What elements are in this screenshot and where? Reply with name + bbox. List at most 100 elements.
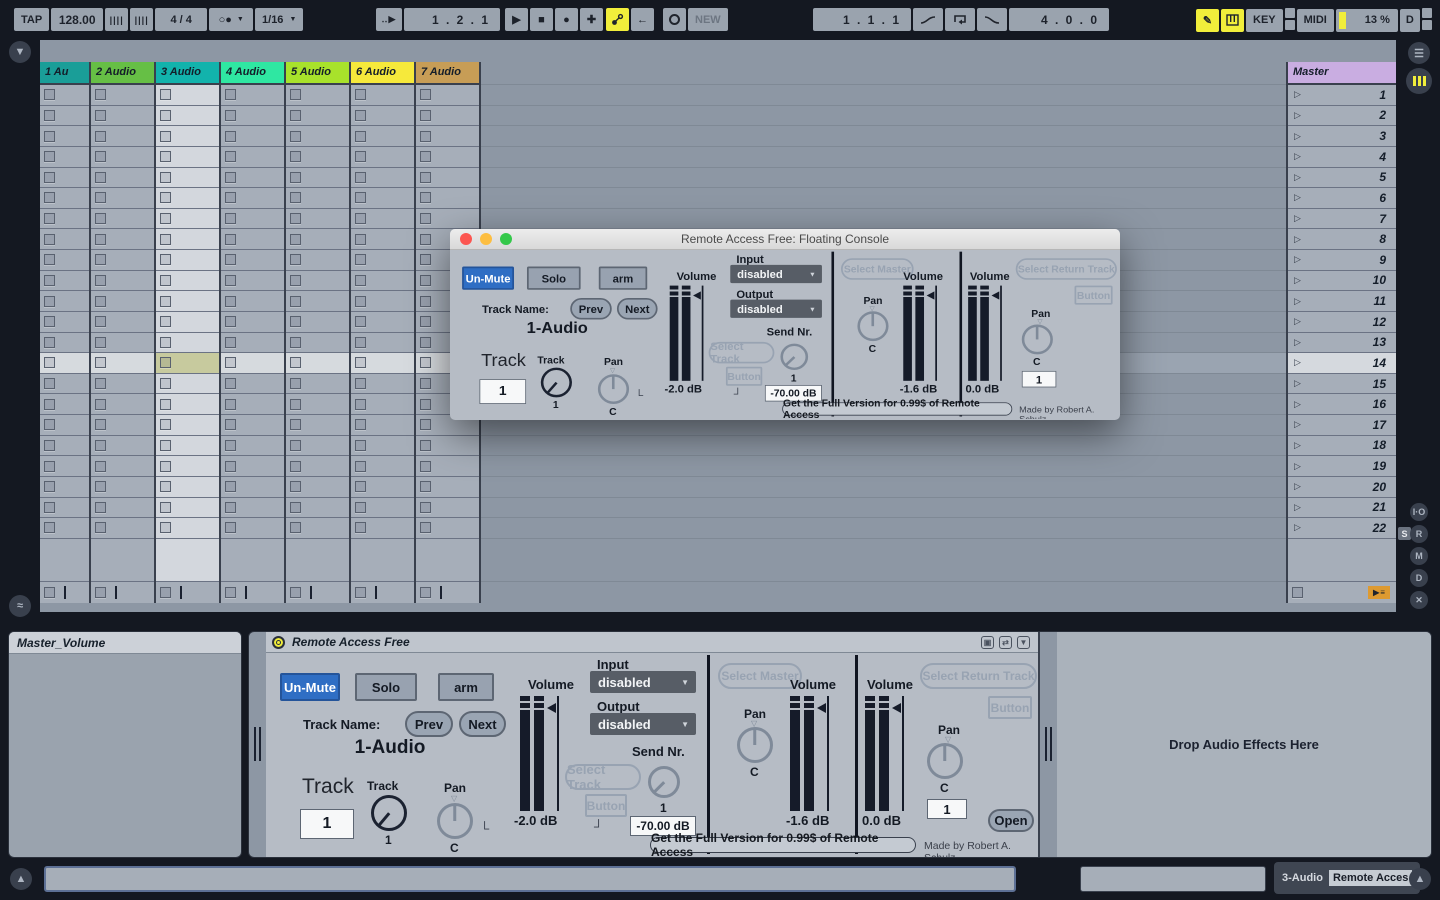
clip-slot[interactable] [286, 271, 349, 292]
clip-slot[interactable] [156, 229, 219, 250]
scene-row[interactable]: ▷22 [1288, 518, 1396, 539]
clip-slot[interactable] [416, 456, 479, 477]
scene-row[interactable]: ▷15 [1288, 374, 1396, 395]
master-track-header[interactable]: Master [1288, 62, 1396, 85]
unmute-button[interactable]: Un-Mute [462, 267, 514, 290]
arm-button[interactable]: arm [599, 267, 647, 290]
clip-slot[interactable] [286, 188, 349, 209]
tempo-field[interactable]: 128.00 [51, 8, 103, 31]
clip-slot[interactable] [40, 188, 89, 209]
clip-slot[interactable] [156, 498, 219, 519]
clip-slot[interactable] [286, 415, 349, 436]
clip-slot[interactable] [221, 353, 284, 374]
draw-mode-button[interactable]: ✎ [1196, 9, 1219, 32]
scene-row[interactable]: ▷9 [1288, 250, 1396, 271]
floating-console-window[interactable]: Remote Access Free: Floating Console Un-… [450, 229, 1120, 420]
clip-slot[interactable] [416, 436, 479, 457]
next-track-button[interactable]: Next [459, 711, 506, 737]
clip-slot[interactable] [221, 333, 284, 354]
plugin-window-icon[interactable]: ▣ [981, 636, 994, 649]
hot-swap-icon[interactable]: ⇄ [999, 636, 1012, 649]
clip-slot[interactable] [351, 106, 414, 127]
select-track-button[interactable]: Select Track [709, 342, 775, 364]
clip-slot[interactable] [40, 250, 89, 271]
return-pan-knob[interactable] [927, 743, 963, 779]
new-button[interactable]: NEW [688, 8, 728, 31]
time-signature-field[interactable]: 4 / 4 [155, 8, 207, 31]
clip-slot[interactable] [156, 436, 219, 457]
clip-slot[interactable] [156, 518, 219, 539]
master-volume-slider[interactable] [827, 696, 829, 811]
clip-slot[interactable] [416, 126, 479, 147]
clip-slot[interactable] [286, 518, 349, 539]
clip-slot[interactable] [156, 271, 219, 292]
clip-slot[interactable] [351, 147, 414, 168]
save-preset-icon[interactable]: ▼ [1017, 636, 1030, 649]
clip-slot[interactable] [351, 229, 414, 250]
clip-slot[interactable] [91, 147, 154, 168]
clip-slot[interactable] [40, 518, 89, 539]
track-stop-cell[interactable] [416, 582, 479, 603]
follow-button[interactable]: ‥▶ [376, 8, 402, 31]
return-pan-knob[interactable] [1022, 325, 1053, 355]
clip-slot[interactable] [156, 147, 219, 168]
send-knob[interactable] [648, 766, 680, 798]
clip-slot[interactable] [40, 333, 89, 354]
scene-launch-icon[interactable]: ▷ [1294, 378, 1301, 389]
output-dropdown[interactable]: disabled▼ [730, 300, 822, 318]
scene-row[interactable]: ▷5 [1288, 168, 1396, 189]
track-stop-button[interactable] [95, 587, 106, 598]
return-nr-field[interactable]: 1 [927, 799, 967, 819]
scene-row[interactable]: ▷20 [1288, 477, 1396, 498]
clip-slot[interactable] [286, 456, 349, 477]
clip-slot[interactable] [40, 85, 89, 106]
clip-slot[interactable] [351, 126, 414, 147]
tap-tempo-button[interactable]: TAP [14, 8, 49, 31]
clip-slot[interactable] [221, 498, 284, 519]
track-header[interactable]: 3 Audio [156, 62, 219, 85]
clip-slot[interactable] [40, 106, 89, 127]
clip-slot[interactable] [221, 415, 284, 436]
computer-midi-keyboard-button[interactable] [1221, 9, 1244, 32]
track-stop-cell[interactable] [286, 582, 349, 603]
clip-slot[interactable] [91, 209, 154, 230]
scene-row[interactable]: ▷13 [1288, 333, 1396, 354]
clip-slot[interactable] [40, 271, 89, 292]
clip-slot[interactable] [156, 126, 219, 147]
clip-slot[interactable] [91, 106, 154, 127]
clip-slot[interactable] [156, 353, 219, 374]
clip-slot[interactable] [156, 106, 219, 127]
clip-slot[interactable] [221, 106, 284, 127]
groove-selector[interactable]: ○●▼ [209, 8, 253, 31]
return-nr-field[interactable]: 1 [1022, 371, 1057, 388]
pan-knob[interactable] [437, 803, 473, 839]
output-dropdown[interactable]: disabled▼ [590, 713, 696, 735]
scene-launch-icon[interactable]: ▷ [1294, 110, 1301, 121]
scene-row[interactable]: ▷11 [1288, 291, 1396, 312]
clip-slot[interactable] [91, 291, 154, 312]
clip-slot[interactable] [286, 106, 349, 127]
clip-slot[interactable] [40, 498, 89, 519]
next-track-button[interactable]: Next [617, 298, 658, 320]
scene-launch-icon[interactable]: ▷ [1294, 296, 1301, 307]
clip-slot[interactable] [156, 456, 219, 477]
clip-slot[interactable] [91, 456, 154, 477]
clip-slot[interactable] [91, 477, 154, 498]
clip-slot[interactable] [351, 250, 414, 271]
master-volume-handle[interactable] [817, 703, 826, 713]
track-stop-button[interactable] [290, 587, 301, 598]
button-control[interactable]: Button [585, 794, 627, 817]
clip-slot[interactable] [156, 209, 219, 230]
clip-slot[interactable] [221, 456, 284, 477]
clip-slot[interactable] [351, 436, 414, 457]
master-volume-handle[interactable] [927, 291, 935, 299]
clip-slot[interactable] [40, 394, 89, 415]
clip-slot[interactable] [40, 456, 89, 477]
clip-slot[interactable] [91, 353, 154, 374]
clip-slot[interactable] [416, 209, 479, 230]
clip-slot[interactable] [156, 85, 219, 106]
clip-slot[interactable] [40, 147, 89, 168]
scene-row[interactable]: ▷4 [1288, 147, 1396, 168]
remote-access-device[interactable]: Remote Access Free ▣ ⇄ ▼ Un-Mute Solo ar… [266, 632, 1040, 857]
scene-launch-icon[interactable]: ▷ [1294, 89, 1301, 100]
